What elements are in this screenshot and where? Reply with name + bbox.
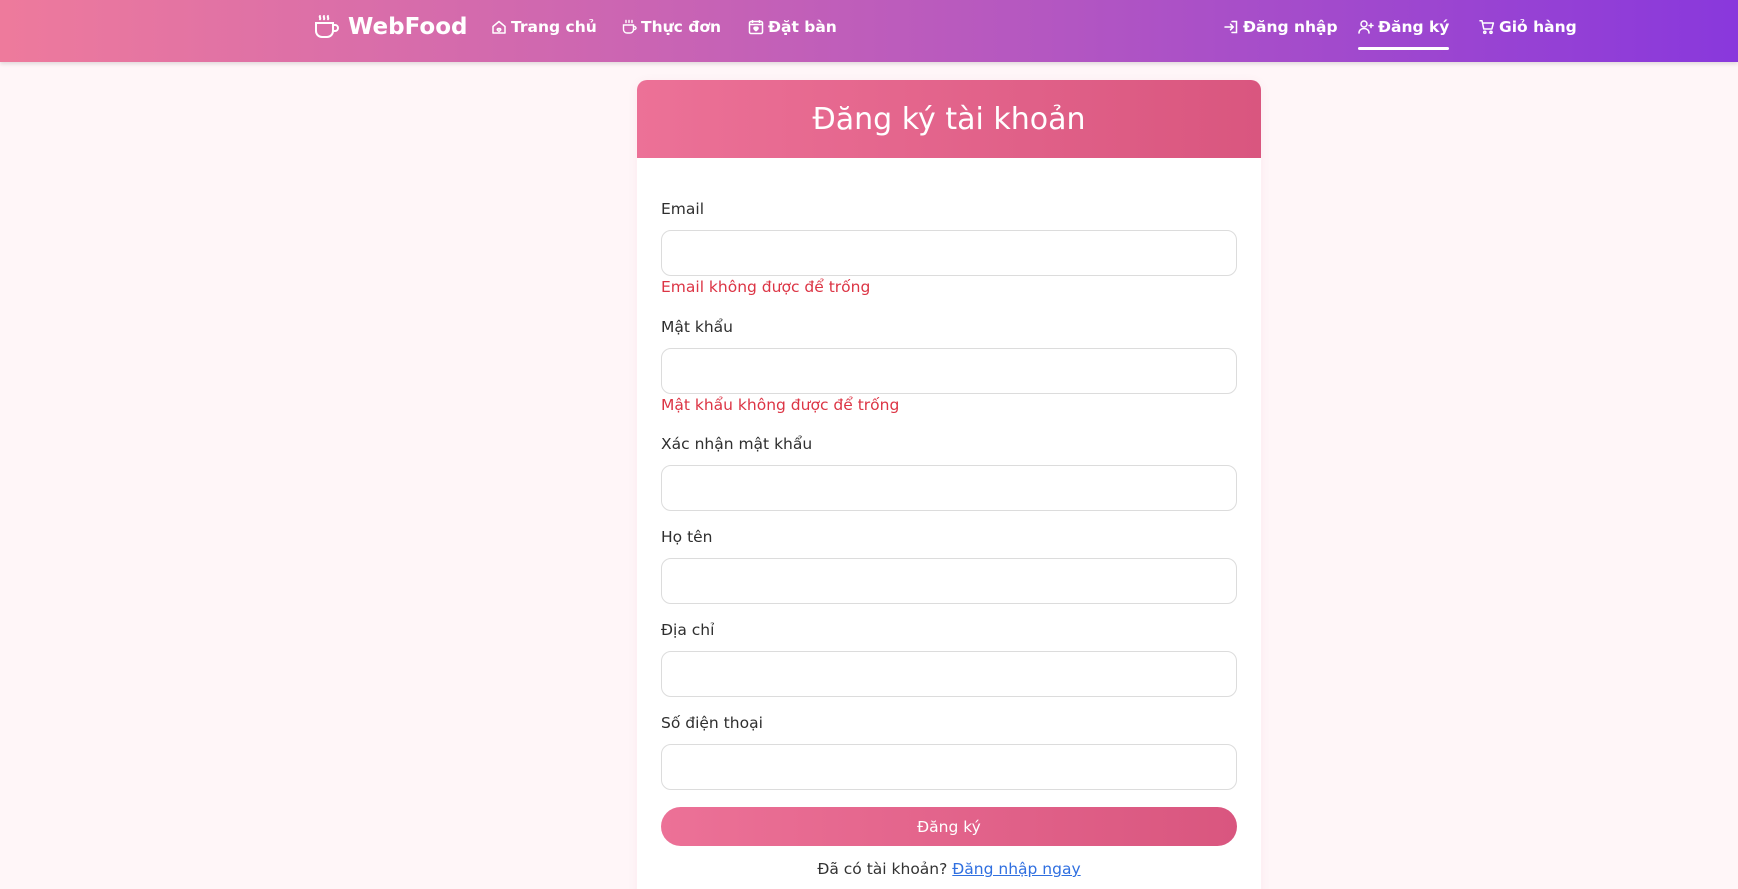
menu-cup-icon — [622, 19, 637, 34]
email-field[interactable] — [661, 230, 1237, 276]
password-field[interactable] — [661, 348, 1237, 394]
login-icon — [1224, 20, 1238, 34]
coffee-cup-icon — [315, 15, 339, 38]
nav-link-label: Đặt bàn — [768, 18, 837, 36]
nav-link-label: Giỏ hàng — [1499, 18, 1577, 36]
home-icon — [492, 20, 506, 34]
login-now-link[interactable]: Đăng nhập ngay — [952, 860, 1080, 878]
nav-link-label: Đăng ký — [1378, 18, 1450, 36]
fullname-label: Họ tên — [661, 528, 713, 546]
card-header: Đăng ký tài khoản — [637, 80, 1261, 158]
nav-link-menu[interactable]: Thực đơn — [621, 16, 721, 38]
brand-name: WebFood — [348, 14, 468, 40]
address-label: Địa chỉ — [661, 621, 715, 639]
page-title: Đăng ký tài khoản — [812, 101, 1086, 137]
phone-field[interactable] — [661, 744, 1237, 790]
email-error: Email không được để trống — [661, 278, 871, 296]
nav-link-register[interactable]: Đăng ký — [1358, 16, 1450, 50]
fullname-field[interactable] — [661, 558, 1237, 604]
nav-link-label: Trang chủ — [511, 18, 597, 36]
navbar: WebFood Trang chủ Thực đơn Đặt bàn Đăng … — [0, 0, 1738, 62]
user-plus-icon — [1358, 20, 1374, 34]
phone-label: Số điện thoại — [661, 714, 763, 732]
confirm-password-field[interactable] — [661, 465, 1237, 511]
login-prompt: Đã có tài khoản? Đăng nhập ngay — [637, 860, 1261, 878]
nav-link-label: Thực đơn — [641, 18, 722, 36]
login-prompt-text: Đã có tài khoản? — [817, 860, 948, 878]
cart-icon — [1479, 20, 1495, 35]
nav-link-login[interactable]: Đăng nhập — [1223, 16, 1338, 38]
nav-link-home[interactable]: Trang chủ — [491, 16, 597, 38]
calendar-heart-icon — [748, 20, 764, 35]
nav-link-label: Đăng nhập — [1243, 18, 1338, 36]
register-card: Đăng ký tài khoản Email Email không được… — [637, 80, 1261, 889]
password-label: Mật khẩu — [661, 318, 733, 336]
nav-link-cart[interactable]: Giỏ hàng — [1479, 16, 1577, 38]
confirm-password-label: Xác nhận mật khẩu — [661, 435, 813, 453]
password-error: Mật khẩu không được để trống — [661, 396, 900, 414]
address-field[interactable] — [661, 651, 1237, 697]
email-label: Email — [661, 200, 705, 218]
brand-link[interactable]: WebFood — [312, 12, 467, 42]
nav-link-reservation[interactable]: Đặt bàn — [748, 16, 837, 38]
register-button[interactable]: Đăng ký — [661, 807, 1237, 846]
